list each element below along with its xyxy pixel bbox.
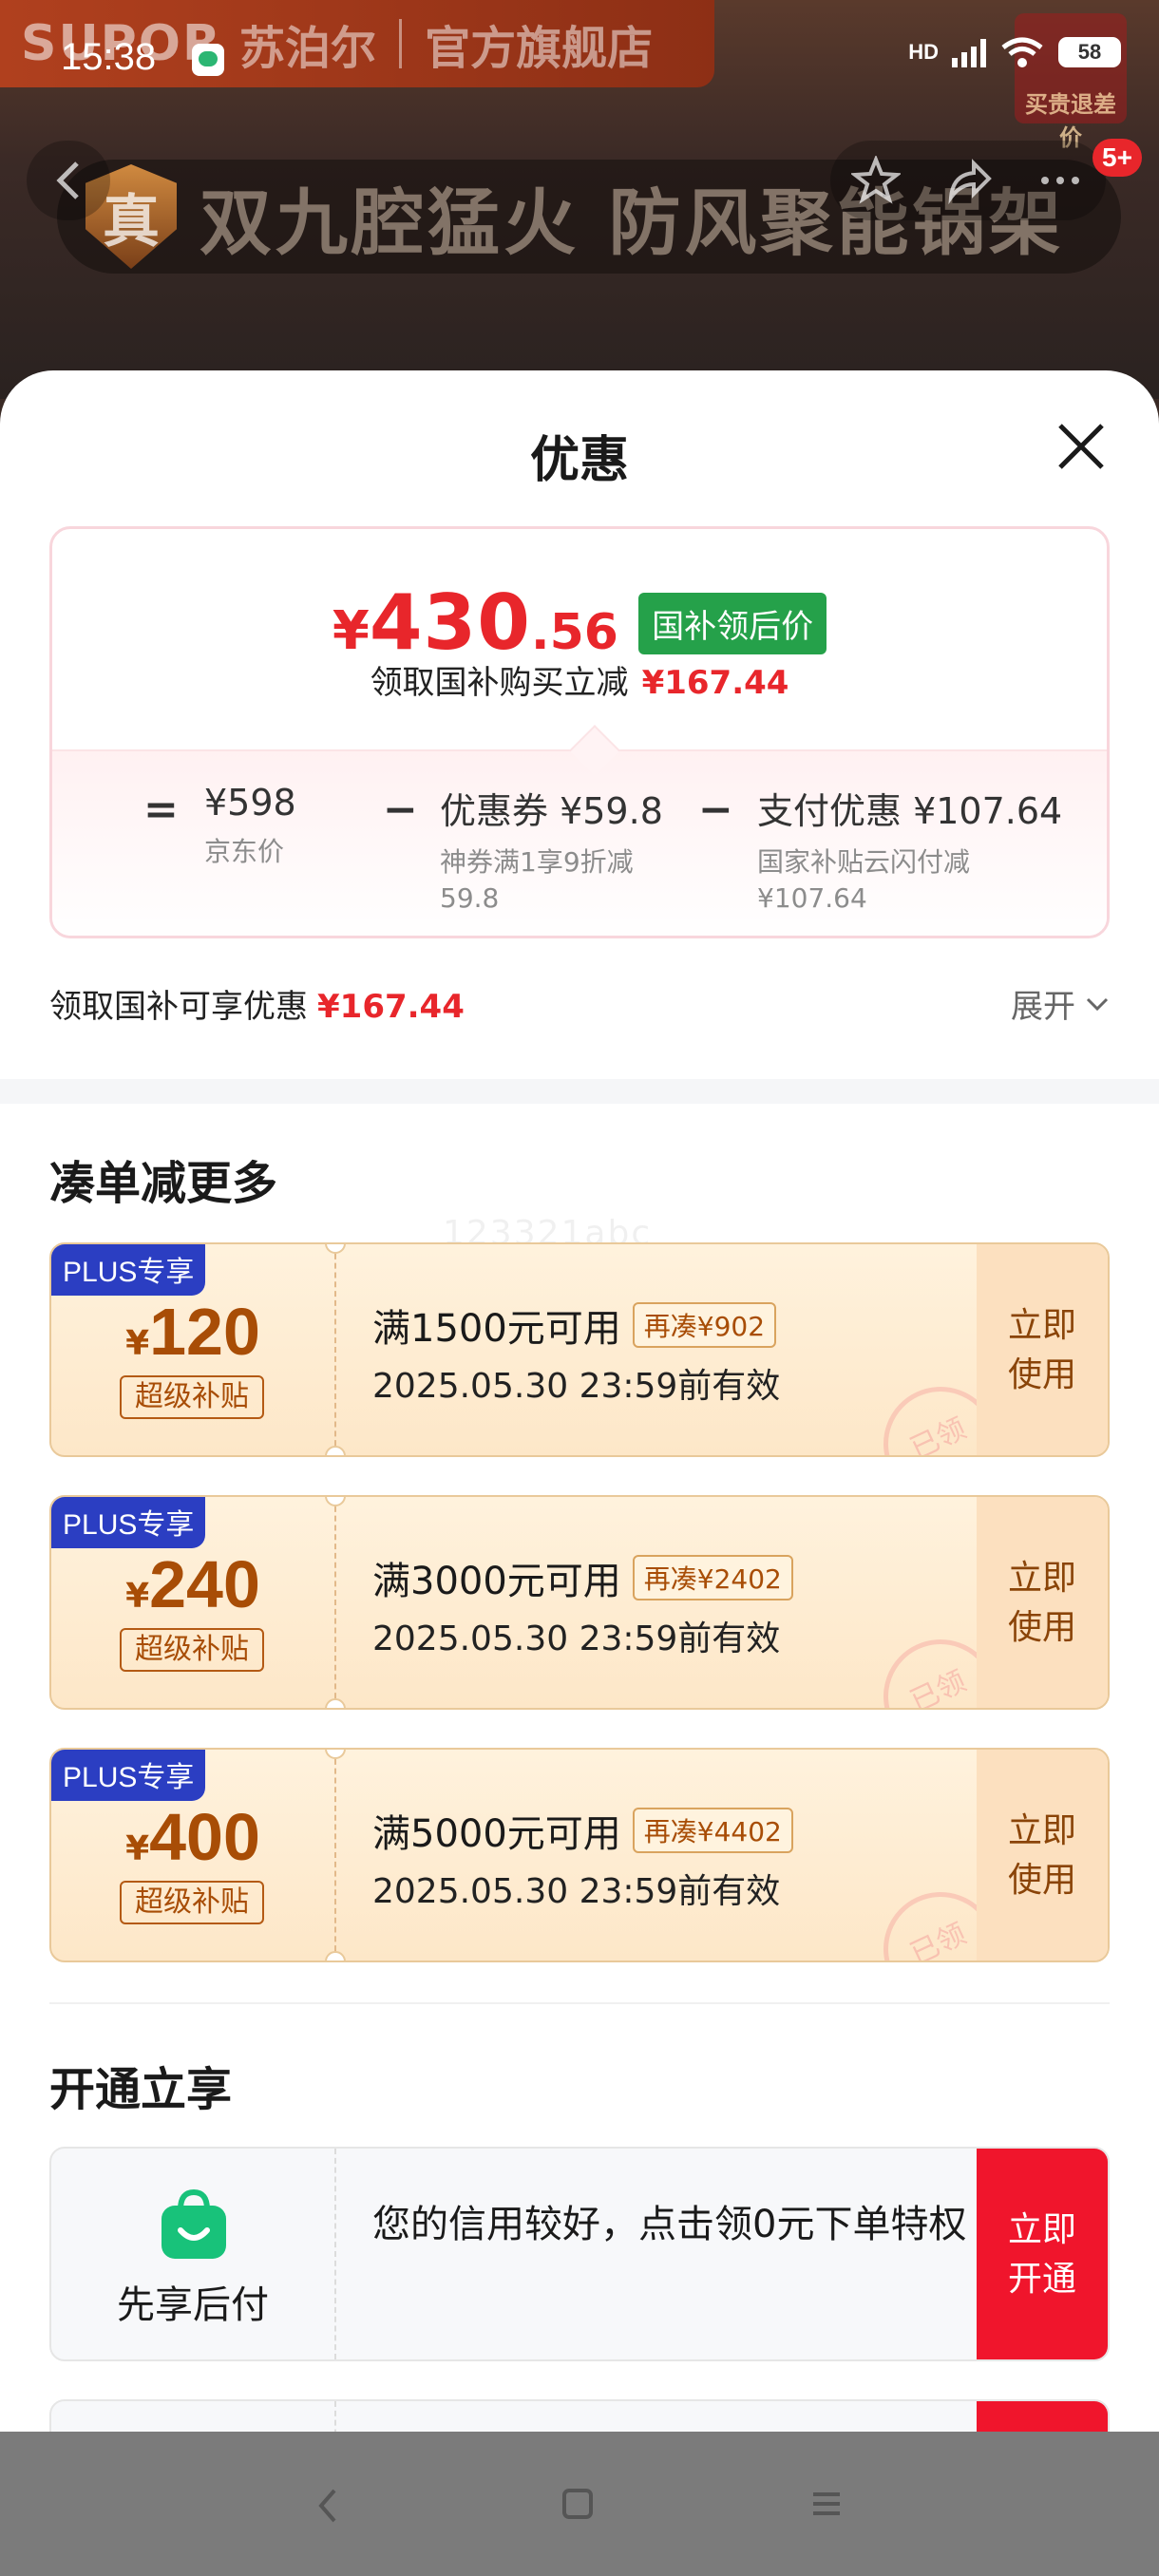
payment-discount-note: 国家补贴云闪付减 [757, 846, 971, 878]
expand-button[interactable]: 展开 [1011, 980, 1110, 1027]
coupon-discount-note-amount: 59.8 [440, 882, 500, 914]
nav-home-icon[interactable] [560, 2487, 595, 2521]
coupon-amount: ¥400 [125, 1800, 260, 1874]
coupon-subsidy-tag: 超级补贴 [120, 1375, 264, 1419]
coupon-amount: ¥120 [125, 1295, 260, 1369]
coupon-condition: 满5000元可用 [372, 1812, 621, 1856]
top-actions [830, 141, 1106, 220]
network-type: HD [908, 40, 939, 64]
gov-subsidy-amount: ¥167.44 [317, 988, 465, 1026]
section-title-open: 开通立享 [49, 2063, 233, 2116]
brand-flagship: 官方旗舰店 [425, 22, 654, 75]
wechat-notification-icon [192, 44, 224, 76]
status-icons: HD 58 [908, 36, 1121, 68]
back-icon [56, 161, 79, 199]
equals-sign: = [143, 786, 179, 834]
price-breakdown: = ¥598 京东价 − 优惠券 ¥59.8 神券满1享9折减 59.8 − 支… [52, 749, 1107, 936]
nav-back-icon[interactable] [314, 2487, 342, 2525]
coupon-amount: ¥240 [125, 1547, 260, 1621]
plus-exclusive-tag: PLUS专享 [51, 1244, 206, 1296]
pay-later-text: 您的信用较好，点击领0元下单特权 [372, 2203, 967, 2246]
jd-price: ¥598 京东价 [204, 782, 296, 871]
jd-price-note: 京东价 [204, 836, 285, 867]
coupon-card[interactable]: ¥400 超级补贴 PLUS专享 满5000元可用 再凑¥4402 2025.05… [49, 1748, 1110, 1962]
gov-subsidy-row: 领取国补可享优惠 ¥167.44 展开 [49, 980, 1110, 1037]
payment-discount-value: 支付优惠 ¥107.64 [757, 790, 1063, 832]
coupon-gap-tag: 再凑¥2402 [632, 1555, 793, 1601]
plus-exclusive-tag: PLUS专享 [51, 1750, 206, 1801]
plus-exclusive-tag: PLUS专享 [51, 1497, 206, 1548]
expand-label: 展开 [1011, 988, 1075, 1026]
subsidy-line-amount: ¥167.44 [641, 664, 789, 702]
payment-discount-note-amount: ¥107.64 [757, 882, 867, 914]
shopping-bag-icon [162, 2188, 226, 2259]
final-price: ¥ 430 .56 国补领后价 [52, 578, 1107, 667]
coupon-subsidy-tag: 超级补贴 [120, 1628, 264, 1672]
coupon-validity: 2025.05.30 23:59前有效 [372, 1619, 781, 1658]
status-time: 15:38 [61, 36, 157, 78]
minus-sign: − [383, 786, 418, 834]
price-decimal: .56 [530, 604, 618, 661]
discount-sheet: 优惠 ¥ 430 .56 国补领后价 领取国补购买立减 ¥167.44 = ¥59… [0, 370, 1159, 2576]
sheet-title: 优惠 [529, 432, 629, 489]
use-now-button[interactable]: 立即 使用 [977, 1554, 1108, 1653]
coupon-validity: 2025.05.30 23:59前有效 [372, 1367, 781, 1406]
coupon-gap-tag: 再凑¥4402 [632, 1808, 793, 1853]
brand-name: 苏泊尔 [239, 22, 377, 75]
coupon-discount-value: 优惠券 ¥59.8 [440, 790, 663, 832]
gov-subsidy-label: 领取国补可享优惠 [49, 988, 308, 1026]
coupon-subsidy-tag: 超级补贴 [120, 1881, 264, 1924]
coupon-gap-tag: 再凑¥902 [632, 1302, 777, 1348]
coupon-validity: 2025.05.30 23:59前有效 [372, 1872, 781, 1911]
coupon-condition: 满1500元可用 [372, 1307, 621, 1351]
pay-later-label: 先享后付 [117, 2283, 269, 2327]
activate-now-button[interactable]: 立即 开通 [977, 2149, 1108, 2359]
section-divider-line [49, 2002, 1110, 2004]
coupon-discount-note: 神券满1享9折减 [440, 846, 634, 878]
price-currency: ¥ [332, 600, 370, 662]
signal-icon [952, 37, 986, 67]
close-icon[interactable] [1053, 418, 1110, 475]
price-integer: 430 [369, 578, 531, 667]
coupon-card[interactable]: ¥120 超级补贴 PLUS专享 满1500元可用 再凑¥902 2025.05.… [49, 1242, 1110, 1457]
brand-separator [399, 19, 403, 68]
section-title-more-savings: 凑单减更多 [49, 1157, 278, 1210]
star-icon[interactable] [851, 156, 902, 205]
back-button[interactable] [27, 141, 110, 220]
coupon-condition: 满3000元可用 [372, 1560, 621, 1603]
use-now-button[interactable]: 立即 使用 [977, 1301, 1108, 1400]
share-icon[interactable] [943, 156, 993, 205]
cart-count-badge: 5+ [1092, 139, 1142, 177]
jd-price-value: ¥598 [204, 782, 296, 824]
gov-subsidy-price-tag: 国补领后价 [638, 593, 827, 654]
nav-menu-icon[interactable] [809, 2487, 844, 2521]
battery-indicator: 58 [1058, 37, 1121, 67]
subsidy-line: 领取国补购买立减 ¥167.44 [52, 656, 1107, 703]
coupon-card[interactable]: ¥240 超级补贴 PLUS专享 满3000元可用 再凑¥2402 2025.05… [49, 1495, 1110, 1710]
use-now-button[interactable]: 立即 使用 [977, 1807, 1108, 1905]
subsidy-line-label: 领取国补购买立减 [370, 664, 629, 702]
chevron-down-icon [1086, 997, 1109, 1011]
coupon-discount: 优惠券 ¥59.8 神券满1享9折减 59.8 [440, 782, 663, 918]
section-divider [0, 1079, 1159, 1104]
more-icon[interactable] [1036, 156, 1085, 205]
pay-later-card[interactable]: 先享后付 您的信用较好，点击领0元下单特权 立即 开通 [49, 2147, 1110, 2361]
system-navigation-bar [0, 2432, 1159, 2576]
minus-sign: − [698, 786, 733, 834]
wifi-icon [999, 36, 1045, 68]
payment-discount: 支付优惠 ¥107.64 国家补贴云闪付减 ¥107.64 [757, 782, 1062, 918]
price-card: ¥ 430 .56 国补领后价 领取国补购买立减 ¥167.44 = ¥598 京… [49, 526, 1110, 938]
